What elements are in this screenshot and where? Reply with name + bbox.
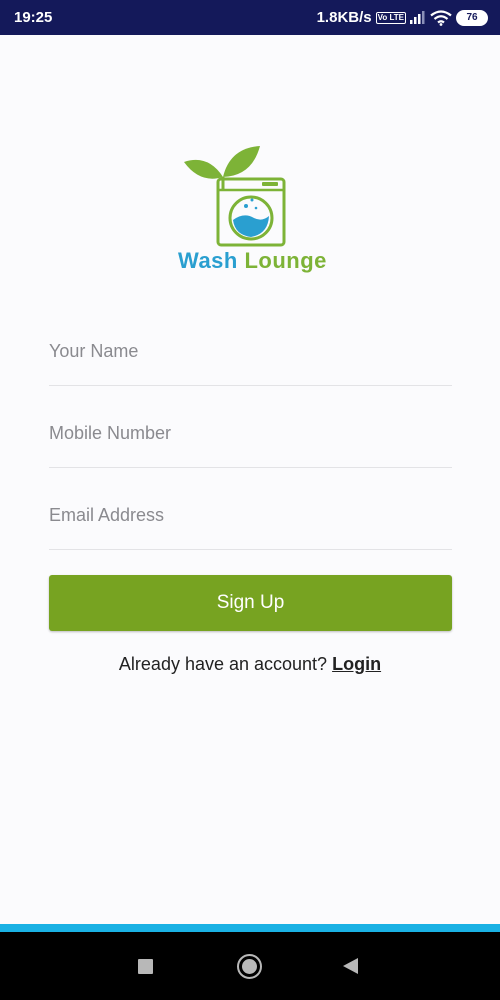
brand-name-wash: Wash bbox=[178, 248, 238, 273]
washing-machine-leaf-icon bbox=[184, 146, 286, 247]
signup-button[interactable]: Sign Up bbox=[49, 575, 452, 631]
battery-icon: 76 bbox=[456, 9, 488, 26]
navigation-bar bbox=[0, 932, 500, 1000]
name-field[interactable] bbox=[49, 326, 452, 386]
network-speed: 1.8KB/s bbox=[316, 9, 372, 26]
status-indicators: 1.8KB/s Vo LTE 76 bbox=[317, 9, 488, 26]
mobile-field[interactable] bbox=[49, 408, 452, 468]
status-time: 19:25 bbox=[14, 9, 53, 26]
status-bar: 19:25 1.8KB/s Vo LTE 76 bbox=[0, 0, 500, 35]
login-prompt: Already have an account? Login bbox=[0, 654, 500, 675]
brand-name: Wash Lounge bbox=[178, 248, 327, 274]
wifi-icon bbox=[430, 9, 452, 26]
brand-logo: Wash Lounge bbox=[178, 142, 327, 280]
login-link[interactable]: Login bbox=[332, 654, 381, 674]
brand-name-lounge: Lounge bbox=[244, 248, 327, 273]
accent-line bbox=[0, 924, 500, 932]
email-input[interactable] bbox=[49, 500, 452, 530]
signal-icon bbox=[410, 11, 425, 24]
back-icon[interactable] bbox=[343, 958, 358, 974]
home-icon[interactable] bbox=[237, 954, 262, 979]
volte-icon: Vo LTE bbox=[375, 11, 406, 24]
mobile-input[interactable] bbox=[49, 418, 452, 448]
recent-apps-icon[interactable] bbox=[138, 959, 153, 974]
login-prompt-text: Already have an account? bbox=[118, 654, 328, 674]
email-field[interactable] bbox=[49, 490, 452, 550]
name-input[interactable] bbox=[49, 336, 452, 366]
